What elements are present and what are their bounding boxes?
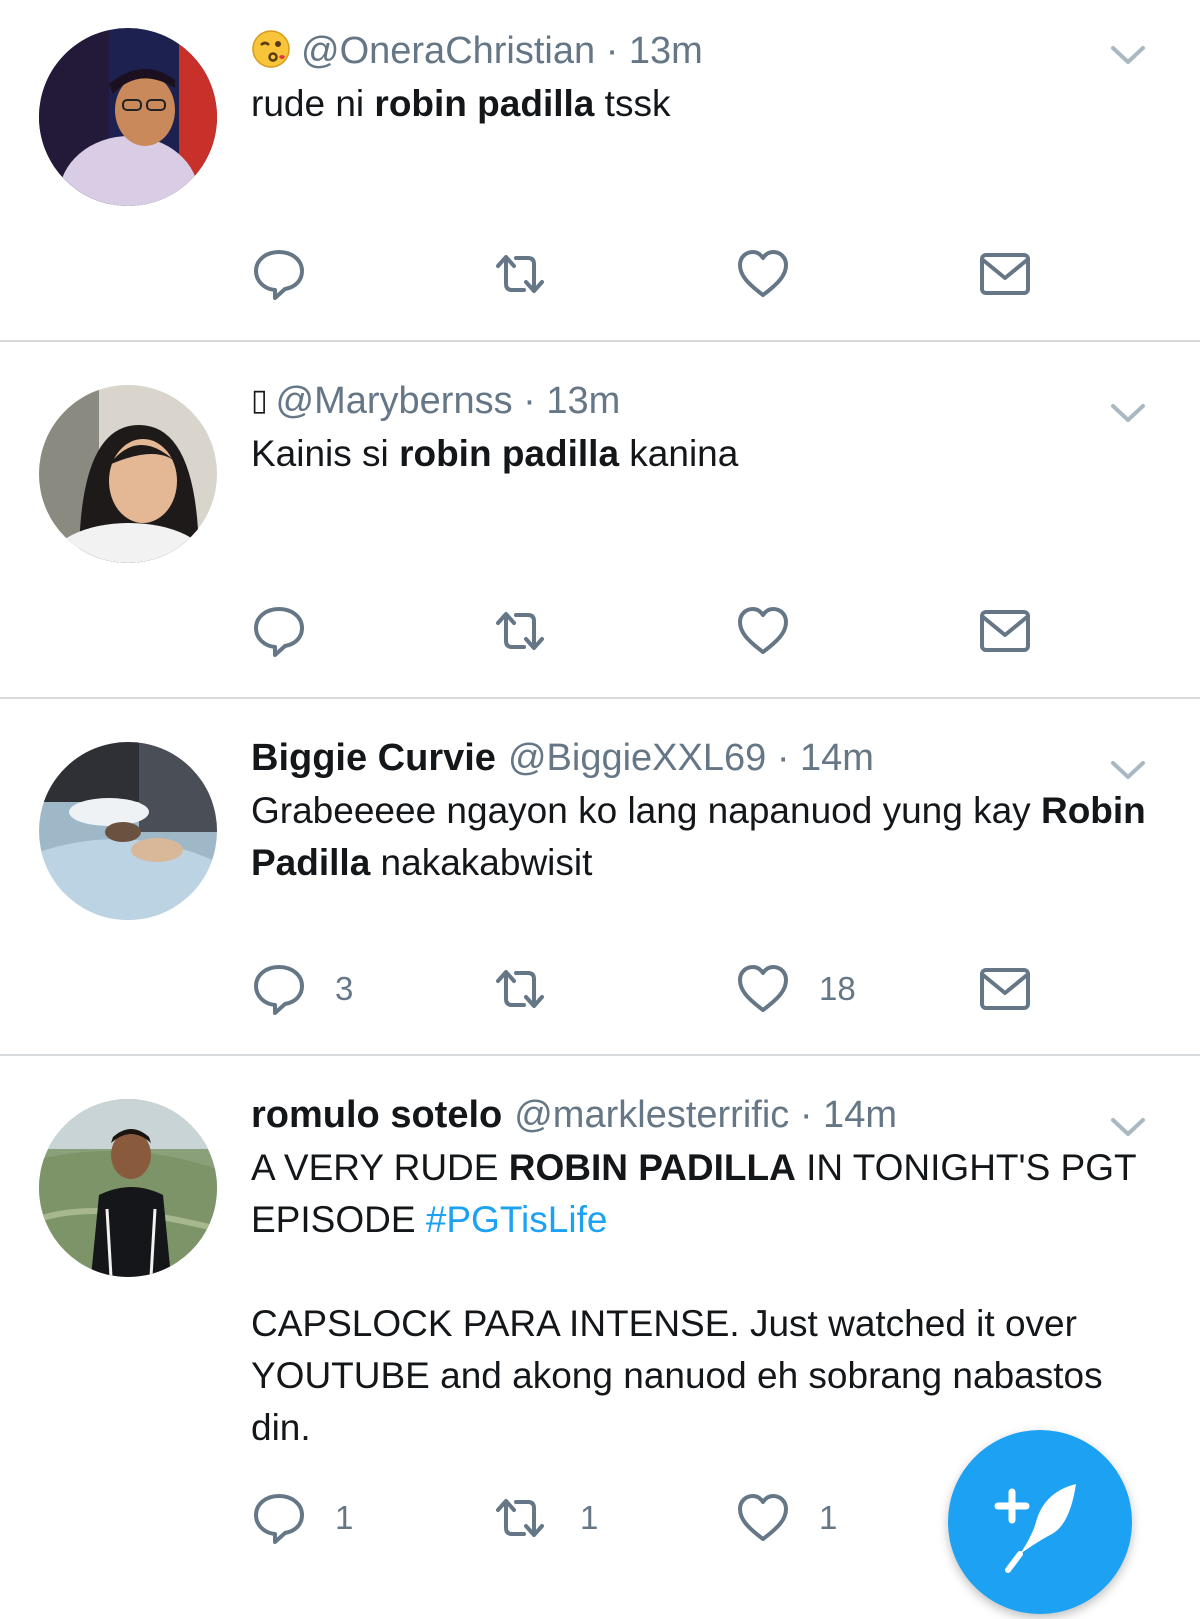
tweet-text-part: A VERY RUDE: [251, 1147, 509, 1188]
retweet-icon: [488, 961, 552, 1017]
tweet-text-highlight: robin padilla: [374, 83, 595, 124]
tweet[interactable]: @OneraChristian · 13m rude ni robin padi…: [0, 0, 1200, 340]
tweet-text: Kainis si robin padilla kanina: [251, 428, 1151, 480]
retweet-icon: [488, 603, 552, 659]
tweet-paragraph: A VERY RUDE ROBIN PADILLA IN TONIGHT'S P…: [251, 1142, 1141, 1246]
tweet-time[interactable]: · 14m: [777, 737, 874, 779]
avatar[interactable]: [39, 28, 217, 206]
tweet-handle[interactable]: @OneraChristian: [301, 30, 595, 72]
heart-icon: [735, 1490, 791, 1546]
envelope-icon: [977, 603, 1033, 659]
like-button[interactable]: [735, 246, 791, 302]
retweet-button[interactable]: [488, 246, 552, 302]
tweet-handle[interactable]: @BiggieXXL69: [508, 737, 766, 779]
reply-icon: [251, 961, 307, 1017]
tweet-header: ▯ @Marybernss · 13m: [251, 378, 620, 424]
reply-button[interactable]: [251, 603, 307, 659]
retweet-count: 1: [580, 1499, 599, 1536]
retweet-button[interactable]: 1: [488, 1490, 598, 1546]
compose-tweet-button[interactable]: [948, 1430, 1132, 1614]
tweet-text-part: nakakabwisit: [370, 842, 593, 883]
tweet-text-part: tssk: [594, 83, 671, 124]
winking-kiss-emoji-icon: [252, 30, 290, 68]
avatar[interactable]: [39, 742, 217, 920]
tweet-text-part: kanina: [619, 433, 739, 474]
tweet-text-highlight: robin padilla: [399, 433, 620, 474]
tweet-text-highlight: ROBIN PADILLA: [508, 1147, 796, 1188]
reply-icon: [251, 603, 307, 659]
tweet[interactable]: Biggie Curvie @BiggieXXL69 · 14m Grabeeee…: [0, 699, 1200, 1054]
reply-button[interactable]: [251, 246, 307, 302]
like-button[interactable]: 18: [735, 961, 856, 1017]
retweet-button[interactable]: [488, 961, 552, 1017]
heart-icon: [735, 603, 791, 659]
chevron-down-icon[interactable]: [1110, 1116, 1146, 1140]
reply-count: 1: [335, 1499, 354, 1536]
reply-icon: [251, 1490, 307, 1546]
envelope-icon: [977, 961, 1033, 1017]
tweet-text: A VERY RUDE ROBIN PADILLA IN TONIGHT'S P…: [251, 1142, 1141, 1454]
chevron-down-icon[interactable]: [1110, 44, 1146, 68]
chevron-down-icon[interactable]: [1110, 402, 1146, 426]
tweet-text-part: Grabeeeee ngayon ko lang napanuod yung k…: [251, 790, 1041, 831]
direct-message-button[interactable]: [977, 961, 1033, 1017]
avatar[interactable]: [39, 385, 217, 563]
retweet-button[interactable]: [488, 603, 552, 659]
tweet-handle[interactable]: @marklesterrific: [514, 1094, 789, 1136]
tweet-time[interactable]: · 13m: [523, 380, 620, 422]
like-count: 1: [819, 1499, 838, 1536]
envelope-icon: [977, 246, 1033, 302]
tweet-time[interactable]: · 14m: [800, 1094, 897, 1136]
tweet-header: @OneraChristian · 13m: [251, 28, 703, 74]
chevron-down-icon[interactable]: [1110, 759, 1146, 783]
heart-icon: [735, 961, 791, 1017]
tweet-text-part: Kainis si: [251, 433, 400, 474]
retweet-icon: [488, 246, 552, 302]
reply-icon: [251, 246, 307, 302]
like-button[interactable]: 1: [735, 1490, 837, 1546]
tweet-text: Grabeeeee ngayon ko lang napanuod yung k…: [251, 785, 1151, 889]
avatar[interactable]: [39, 1099, 217, 1277]
tweet[interactable]: ▯ @Marybernss · 13m Kainis si robin padil…: [0, 342, 1200, 697]
tweet-display-name[interactable]: romulo sotelo: [251, 1094, 502, 1136]
reply-count: 3: [335, 970, 354, 1007]
hashtag-link[interactable]: #PGTisLife: [426, 1199, 608, 1240]
retweet-icon: [488, 1490, 552, 1546]
tweet-handle[interactable]: @Marybernss: [276, 380, 513, 422]
heart-icon: [735, 246, 791, 302]
compose-tweet-icon: [994, 1484, 1076, 1573]
reply-button[interactable]: 1: [251, 1490, 353, 1546]
tweet-display-name[interactable]: Biggie Curvie: [251, 737, 496, 779]
like-count: 18: [819, 970, 856, 1007]
name-glyph: ▯: [251, 384, 268, 417]
tweet-text: rude ni robin padilla tssk: [251, 78, 1151, 130]
tweet-time[interactable]: · 13m: [606, 30, 703, 72]
direct-message-button[interactable]: [977, 246, 1033, 302]
tweet-text-part: rude ni: [251, 83, 375, 124]
direct-message-button[interactable]: [977, 603, 1033, 659]
reply-button[interactable]: 3: [251, 961, 353, 1017]
tweet-header: romulo sotelo @marklesterrific · 14m: [251, 1092, 897, 1138]
tweet-header: Biggie Curvie @BiggieXXL69 · 14m: [251, 735, 874, 781]
like-button[interactable]: [735, 603, 791, 659]
